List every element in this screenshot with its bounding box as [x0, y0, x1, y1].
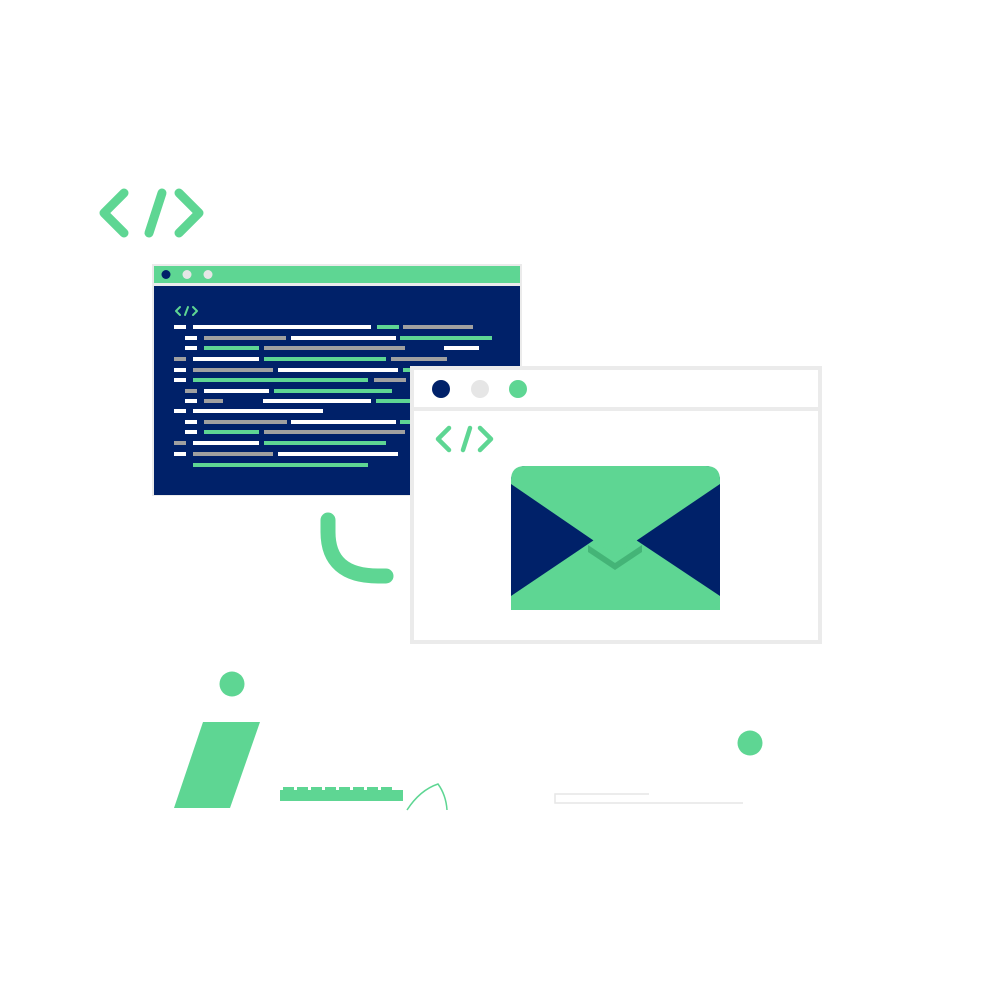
code-line-segment — [185, 346, 197, 350]
code-line-segment — [444, 346, 479, 350]
code-line-segment — [174, 357, 186, 361]
illustration — [0, 0, 1000, 1000]
decor-leaf — [406, 783, 448, 811]
illustration-canvas — [99, 188, 822, 811]
code-line-segment — [391, 357, 447, 361]
code-line-segment — [193, 368, 273, 372]
code-line-segment — [374, 378, 406, 382]
mail-dot-maximize — [509, 380, 527, 398]
decor-dot-left — [219, 671, 245, 697]
decor-keyboard — [280, 787, 403, 801]
code-line-segment — [278, 368, 398, 372]
code-line-segment — [264, 346, 405, 350]
code-line-segment — [278, 452, 398, 456]
connector-arc — [320, 512, 394, 584]
code-line-segment — [193, 452, 273, 456]
code-line-segment — [400, 336, 492, 340]
envelope-bottom-corner — [511, 596, 720, 610]
code-line-segment — [204, 420, 287, 424]
code-line-segment — [377, 325, 399, 329]
code-line-segment — [204, 389, 269, 393]
code-line-segment — [274, 389, 392, 393]
mail-dot-minimize — [471, 380, 489, 398]
code-line-segment — [193, 357, 259, 361]
code-line-segment — [185, 420, 197, 424]
code-line-segment — [263, 399, 371, 403]
decor-dot-right — [737, 730, 763, 756]
code-line-segment — [204, 430, 259, 434]
code-line-segment — [174, 409, 186, 413]
code-line-segment — [291, 336, 396, 340]
envelope-icon — [511, 466, 720, 610]
code-line-segment — [193, 378, 368, 382]
code-line-segment — [174, 441, 186, 445]
code-line-segment — [403, 325, 473, 329]
code-line-segment — [193, 441, 259, 445]
mail-dot-close — [432, 380, 450, 398]
code-line-segment — [174, 325, 186, 329]
code-line-segment — [174, 368, 186, 372]
code-line-segment — [264, 441, 386, 445]
code-line-segment — [174, 378, 186, 382]
editor-dot-maximize — [203, 270, 213, 279]
decor-outline-bar — [554, 793, 743, 804]
code-line-segment — [174, 452, 186, 456]
mail-window — [410, 366, 822, 644]
code-line-segment — [264, 357, 386, 361]
code-line-segment — [291, 420, 396, 424]
code-line-segment — [193, 325, 371, 329]
code-line-segment — [185, 389, 197, 393]
code-line-segment — [204, 399, 223, 403]
code-line-segment — [185, 399, 197, 403]
code-line-segment — [193, 409, 323, 413]
editor-dot-minimize — [182, 270, 192, 279]
code-line-segment — [193, 463, 368, 467]
code-line-segment — [204, 336, 286, 340]
code-line-segment — [204, 346, 259, 350]
large-code-tag-icon — [99, 188, 204, 238]
code-line-segment — [264, 430, 405, 434]
code-line-segment — [185, 430, 197, 434]
editor-dot-close — [161, 270, 171, 279]
decor-parallelogram — [174, 722, 260, 808]
code-line-segment — [185, 336, 197, 340]
